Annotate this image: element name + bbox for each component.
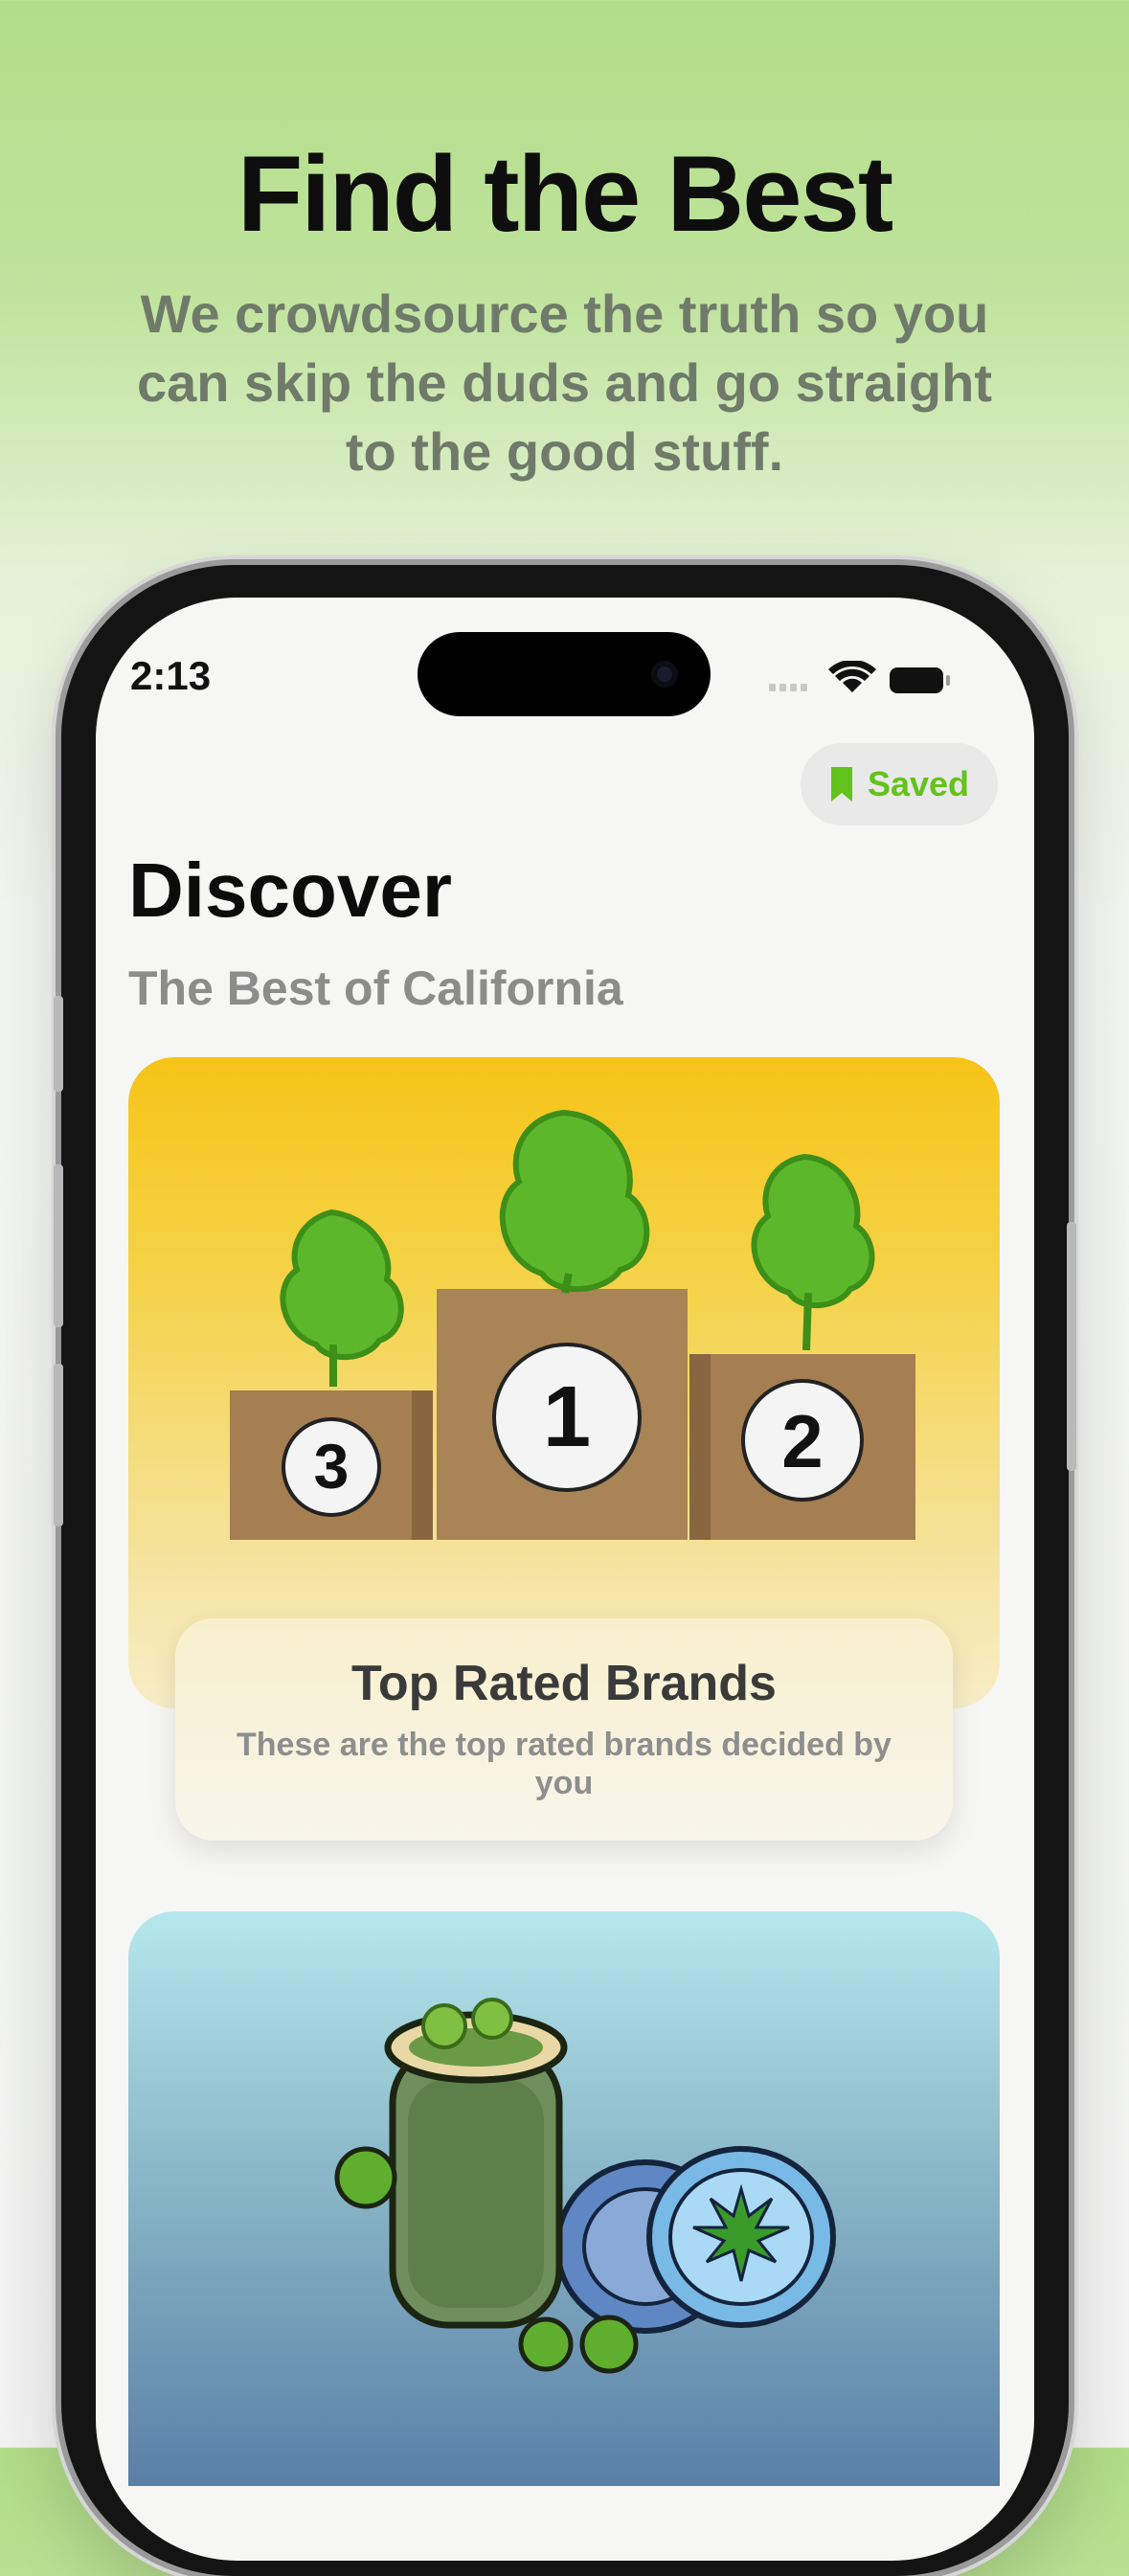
card-description: These are the top rated brands decided b… (237, 1727, 892, 1801)
power-button (1067, 1222, 1076, 1471)
svg-text:2: 2 (781, 1399, 823, 1483)
jar-and-grinder-illustration (334, 1998, 836, 2374)
svg-text:1: 1 (543, 1369, 591, 1465)
saved-label: Saved (867, 764, 970, 803)
svg-text:3: 3 (314, 1431, 350, 1502)
status-icons (769, 661, 950, 693)
page-title: Discover (128, 847, 452, 933)
bookmark-icon (830, 767, 852, 802)
podium-rank-1: 1 (492, 1343, 642, 1492)
front-camera (651, 661, 678, 688)
action-button (54, 996, 63, 1092)
page-subtitle: The Best of California (128, 961, 623, 1015)
top-rated-brands-card[interactable]: 3 1 2 (128, 1057, 1000, 1708)
hero-title: Find the Best (237, 134, 893, 254)
battery-icon (890, 667, 950, 693)
podium-rank-3: 3 (282, 1417, 381, 1517)
jar-card[interactable] (128, 1911, 1000, 2486)
podium-rank-2: 2 (741, 1379, 864, 1502)
volume-up-button (54, 1164, 63, 1327)
card-title: Top Rated Brands (351, 1656, 777, 1711)
hero-subtitle: We crowdsource the truth so you can skip… (137, 283, 992, 482)
volume-down-button (54, 1364, 63, 1526)
top-rated-brands-info[interactable]: Top Rated Brands These are the top rated… (175, 1618, 953, 1841)
saved-button[interactable]: Saved (801, 743, 998, 825)
podium-illustration: 3 1 2 (230, 1109, 915, 1540)
cellular-icon (769, 684, 807, 691)
wifi-icon (828, 661, 876, 692)
status-time: 2:13 (130, 653, 212, 698)
